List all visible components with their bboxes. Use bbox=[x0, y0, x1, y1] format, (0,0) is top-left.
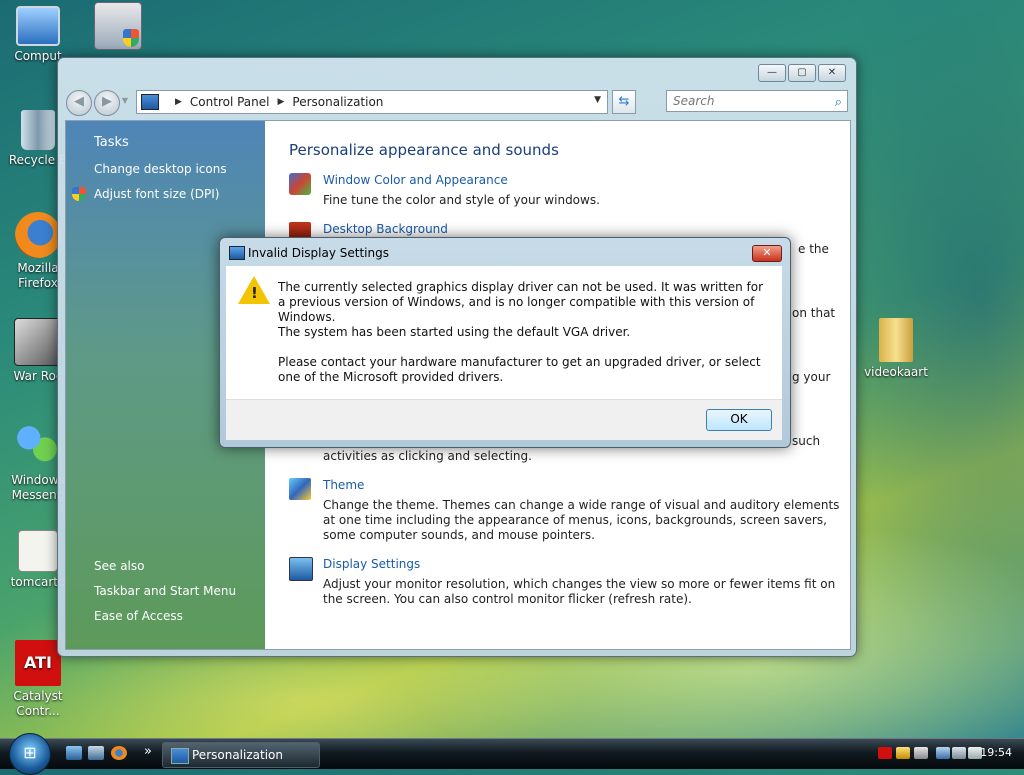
tray-network-icon[interactable] bbox=[936, 747, 950, 759]
breadcrumb-chevron-icon[interactable]: ▶ bbox=[175, 97, 182, 107]
folder-icon bbox=[879, 318, 913, 362]
display-settings-icon bbox=[289, 557, 313, 581]
control-panel-icon bbox=[141, 94, 159, 110]
theme-icon bbox=[289, 478, 311, 500]
display-settings-desc: Adjust your monitor resolution, which ch… bbox=[323, 577, 836, 606]
close-button[interactable]: ✕ bbox=[818, 64, 846, 82]
recycle-bin-icon bbox=[21, 110, 55, 150]
page-title: Personalize appearance and sounds bbox=[289, 141, 559, 159]
taskbar-button-personalization[interactable]: Personalization bbox=[162, 742, 320, 768]
maximize-button[interactable]: ▢ bbox=[788, 64, 816, 82]
desktop-background-desc-fragment: e the bbox=[798, 242, 829, 256]
theme-link[interactable]: Theme bbox=[323, 478, 364, 492]
system-tray: 19:54 bbox=[874, 739, 1024, 769]
sounds-desc-fragment: g your bbox=[792, 370, 831, 384]
mouse-pointers-desc-fragment: such bbox=[792, 434, 821, 448]
start-button[interactable]: ⊞ bbox=[9, 733, 51, 775]
tray-display-icon[interactable] bbox=[952, 747, 966, 759]
desktop-icon-videokaart[interactable]: videokaart bbox=[858, 318, 934, 380]
breadcrumb-control-panel[interactable]: Control Panel bbox=[190, 95, 270, 109]
address-bar[interactable]: ▶ Control Panel ▶ Personalization ▼ bbox=[136, 90, 608, 114]
desktop-icon-windows-update[interactable] bbox=[80, 2, 156, 53]
messenger-icon bbox=[15, 424, 61, 470]
breadcrumb-chevron-icon[interactable]: ▶ bbox=[278, 97, 285, 107]
show-desktop-icon[interactable] bbox=[66, 746, 82, 760]
war-rock-icon bbox=[14, 318, 62, 366]
display-settings-icon bbox=[229, 246, 245, 260]
tray-wand-icon[interactable] bbox=[896, 747, 910, 759]
taskbar: ⊞ » Personalization 19:54 bbox=[0, 733, 1024, 775]
forward-button[interactable]: ▶ bbox=[94, 90, 120, 116]
desktop-background-link[interactable]: Desktop Background bbox=[323, 222, 448, 236]
image-file-icon bbox=[18, 530, 58, 572]
windows-update-icon bbox=[94, 2, 142, 50]
ati-tray-icon[interactable] bbox=[878, 747, 892, 759]
dialog-message-2: The system has been started using the de… bbox=[278, 325, 631, 339]
warning-icon-mark: ! bbox=[251, 284, 258, 302]
screen-saver-desc-fragment: on that bbox=[792, 306, 836, 320]
search-placeholder: Search bbox=[673, 94, 715, 108]
desktop-icon-computer[interactable]: Comput bbox=[0, 6, 76, 64]
dialog-title: Invalid Display Settings bbox=[248, 246, 389, 260]
refresh-button[interactable]: ⇆ bbox=[612, 90, 636, 114]
dialog-message-1: The currently selected graphics display … bbox=[278, 280, 764, 324]
mouse-pointers-desc: activities as clicking and selecting. bbox=[323, 449, 532, 463]
firefox-icon bbox=[15, 212, 61, 258]
switch-windows-icon[interactable] bbox=[88, 746, 104, 760]
search-icon[interactable]: ⌕ bbox=[835, 93, 842, 113]
theme-desc: Change the theme. Themes can change a wi… bbox=[323, 498, 840, 542]
ease-of-access-link[interactable]: Ease of Access bbox=[94, 609, 183, 623]
personalization-icon bbox=[171, 748, 189, 764]
firefox-quicklaunch-icon[interactable] bbox=[111, 746, 127, 760]
caption-buttons: — ▢ ✕ bbox=[758, 64, 846, 82]
address-row: ◀ ▶ ▼ ▶ Control Panel ▶ Personalization … bbox=[66, 88, 848, 116]
breadcrumb-personalization[interactable]: Personalization bbox=[292, 95, 383, 109]
ok-button[interactable]: OK bbox=[706, 409, 772, 431]
adjust-font-size-link[interactable]: Adjust font size (DPI) bbox=[94, 187, 219, 201]
quicklaunch-more-icon[interactable]: » bbox=[144, 744, 152, 759]
see-also-header: See also bbox=[94, 559, 145, 573]
dialog-message-3: Please contact your hardware manufacture… bbox=[278, 355, 761, 384]
search-input[interactable]: Search ⌕ bbox=[666, 90, 848, 112]
tray-device-icon[interactable] bbox=[914, 747, 928, 759]
window-color-icon bbox=[289, 173, 311, 195]
minimize-button[interactable]: — bbox=[758, 64, 786, 82]
address-dropdown-icon[interactable]: ▼ bbox=[594, 95, 601, 105]
taskbar-button-label: Personalization bbox=[192, 748, 283, 762]
back-button[interactable]: ◀ bbox=[66, 90, 92, 116]
invalid-display-settings-dialog[interactable]: Invalid Display Settings ✕ ! The current… bbox=[219, 237, 791, 448]
dialog-close-button[interactable]: ✕ bbox=[752, 245, 782, 262]
dialog-body: ! The currently selected graphics displa… bbox=[226, 266, 782, 399]
dialog-footer: OK bbox=[226, 399, 782, 440]
tasks-header: Tasks bbox=[94, 135, 129, 150]
display-settings-link[interactable]: Display Settings bbox=[323, 557, 420, 571]
taskbar-start-menu-link[interactable]: Taskbar and Start Menu bbox=[94, 584, 236, 598]
window-color-desc: Fine tune the color and style of your wi… bbox=[323, 193, 600, 207]
uac-shield-icon bbox=[72, 187, 86, 201]
computer-icon bbox=[16, 6, 60, 46]
recent-pages-button[interactable]: ▼ bbox=[120, 90, 130, 114]
change-desktop-icons-link[interactable]: Change desktop icons bbox=[94, 162, 227, 176]
window-color-link[interactable]: Window Color and Appearance bbox=[323, 173, 508, 187]
ati-catalyst-icon: ATI bbox=[15, 640, 61, 686]
clock[interactable]: 19:54 bbox=[980, 746, 1012, 759]
